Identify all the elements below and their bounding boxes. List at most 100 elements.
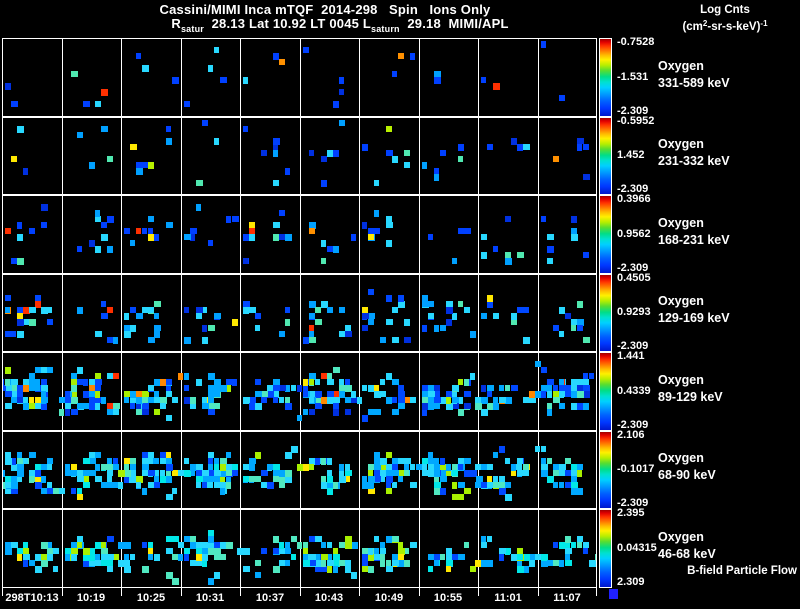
data-block [422,295,428,302]
data-block [368,319,374,325]
species-name: Oxygen [658,294,704,308]
data-block [17,234,23,241]
data-block [446,548,451,554]
data-block [71,409,78,415]
colorbar-label-max: 0.3966 [617,193,651,205]
colorbar [599,195,612,274]
spectrogram-panel [2,509,597,588]
data-block [65,409,70,416]
data-block [101,89,108,96]
data-block [487,144,493,150]
data-block [535,446,540,452]
data-block [142,409,149,415]
data-block [321,458,326,465]
column-grid-line [538,510,539,587]
data-block [232,216,239,222]
column-grid-line [419,118,420,194]
data-block [333,566,338,573]
data-block [398,476,403,482]
data-block [523,470,529,476]
data-block [237,548,244,555]
data-block [386,240,392,247]
data-block [511,554,517,560]
species-name: Oxygen [658,373,704,387]
data-block [148,162,154,169]
spectrogram-panel [2,195,597,274]
data-block [226,542,233,549]
data-block [297,385,302,392]
data-block [202,337,208,344]
data-block [130,554,135,560]
data-block [118,542,125,549]
data-block [481,464,487,470]
colorbar [599,509,612,588]
data-block [309,536,315,542]
data-block [214,47,219,53]
data-block [458,409,464,416]
data-block [202,325,207,332]
data-block [392,470,399,476]
column-grid-line [300,196,301,273]
data-block [392,560,399,566]
column-grid-line [359,510,360,587]
data-block [53,566,58,572]
data-block [208,391,214,397]
data-block [321,240,326,247]
data-block [285,319,290,326]
data-block [565,470,571,476]
column-grid-line [240,353,241,430]
data-block [29,452,36,458]
data-block [559,482,564,488]
data-block [362,415,368,422]
data-block [41,403,47,410]
data-block [184,337,191,344]
data-block [214,548,221,555]
data-block [178,542,184,548]
data-block [345,409,351,415]
column-grid-line [538,118,539,194]
data-block [386,295,392,302]
data-block [547,258,553,264]
r-label: R [171,16,181,31]
data-block [422,470,429,476]
data-block [493,246,498,252]
data-block [11,379,17,385]
data-block [404,337,411,343]
data-block [279,397,284,403]
data-block [452,397,459,403]
data-block [505,258,512,265]
data-block [523,337,530,344]
data-block [553,482,558,488]
data-block [398,295,404,302]
data-block [124,560,130,567]
data-block [434,174,439,181]
data-block [113,373,119,379]
data-block [77,403,83,409]
data-block [368,234,374,240]
data-block [5,379,10,386]
colorbar [599,38,612,117]
data-block [547,391,552,398]
data-block [77,367,83,374]
data-block [89,458,96,464]
colorbar-label-mid: 0.4339 [617,385,651,397]
data-block [499,482,505,488]
data-block [124,331,131,338]
data-block [273,222,280,228]
data-block [130,144,137,150]
data-block [273,234,279,241]
data-block [547,379,554,385]
data-block [422,162,427,169]
column-grid-line [240,432,241,508]
data-block [315,307,321,313]
column-grid-line [538,196,539,273]
data-block [154,313,159,319]
data-block [5,367,11,374]
data-block [362,554,368,560]
column-grid-line [478,39,479,116]
l-subscript: saturn [371,24,400,34]
data-block [357,397,362,404]
data-block [553,560,559,566]
data-block [553,325,559,331]
data-block [101,542,106,548]
